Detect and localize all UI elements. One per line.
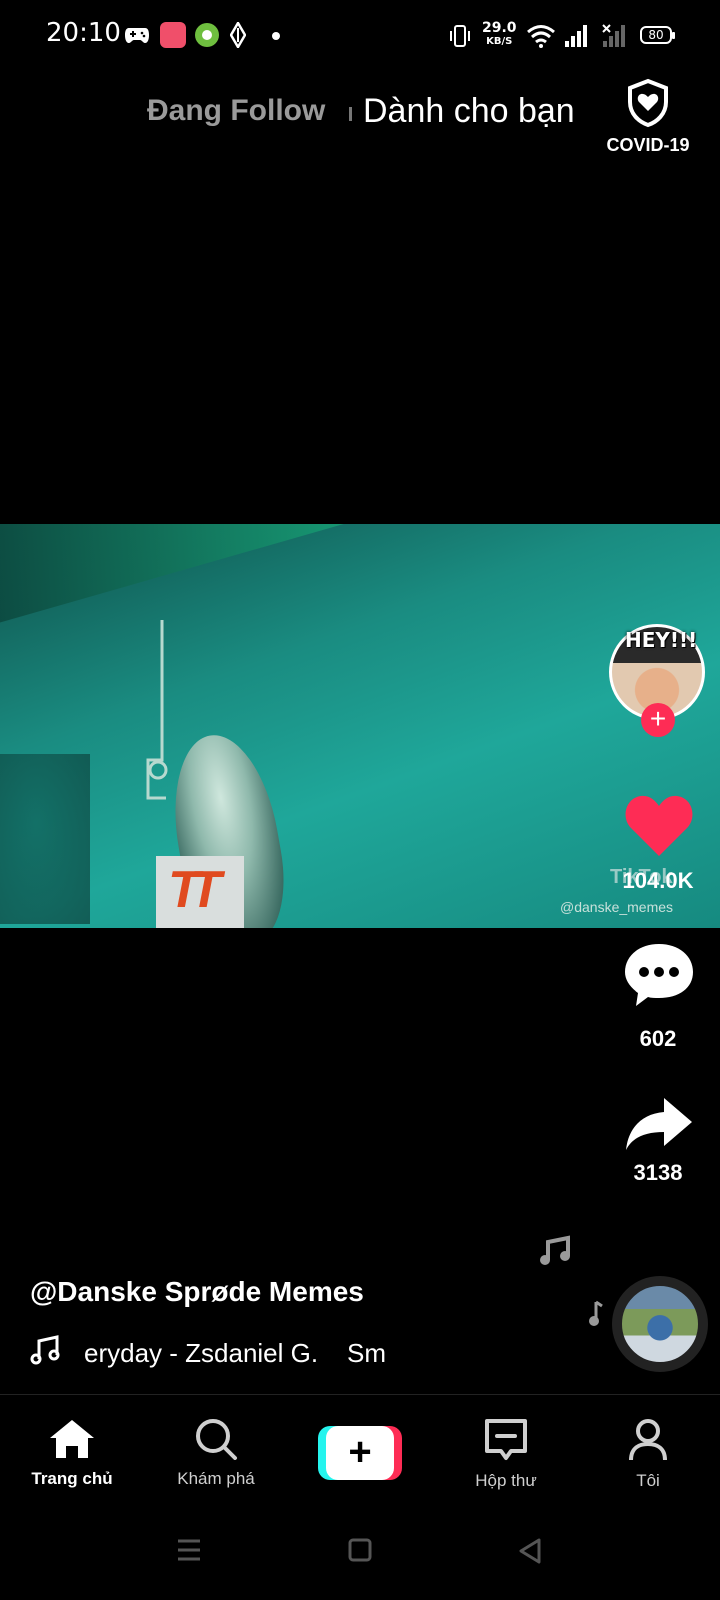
create-button[interactable]: + (318, 1426, 402, 1480)
app-red-icon (160, 22, 186, 48)
signal-no-sim-icon (602, 24, 625, 47)
signal-icon (565, 25, 587, 47)
tab-divider (349, 107, 352, 121)
nav-discover-label: Khám phá (177, 1469, 255, 1488)
status-bar: 20:10 29.0 KB/S 80 (0, 0, 720, 72)
follow-button[interactable]: + (641, 703, 675, 737)
covid-button[interactable]: COVID-19 (600, 78, 696, 156)
search-icon (196, 1419, 237, 1460)
wifi-icon (527, 25, 555, 48)
status-time: 20:10 (46, 18, 121, 48)
music-note-icon (30, 1335, 60, 1365)
vibrate-icon (450, 25, 470, 47)
profile-icon (629, 1419, 667, 1461)
like-heart-icon[interactable] (623, 792, 695, 858)
network-speed: 29.0 KB/S (482, 20, 517, 48)
nav-discover[interactable]: Khám phá (146, 1418, 286, 1489)
video-shadow (0, 754, 90, 924)
comment-icon[interactable] (622, 940, 696, 1010)
floating-note-small-icon (589, 1300, 603, 1326)
nav-profile[interactable]: Tôi (578, 1418, 718, 1491)
covid-label: COVID-19 (606, 135, 690, 155)
inbox-icon (485, 1419, 527, 1460)
tab-for-you[interactable]: Dành cho bạn (363, 92, 575, 131)
watermark-handle: @danske_memes (560, 899, 674, 915)
music-title[interactable]: eryday - Zsdaniel G. Sm (84, 1338, 386, 1369)
shield-heart-icon (628, 78, 668, 128)
avatar-caption: HEY!!! (625, 628, 698, 652)
video-hoop (146, 620, 168, 800)
diamond-icon (230, 22, 246, 48)
nav-home[interactable]: Trang chủ (2, 1418, 142, 1489)
home-icon (50, 1420, 94, 1458)
nav-inbox[interactable]: Hộp thư (436, 1418, 576, 1491)
like-count: 104.0K (622, 868, 694, 893)
menu-icon[interactable] (176, 1538, 202, 1562)
share-count: 3138 (633, 1160, 683, 1185)
network-speed-unit: KB/S (486, 36, 513, 47)
app-green-icon (195, 23, 219, 47)
video-author[interactable]: @Danske Sprøde Memes (30, 1276, 364, 1308)
home-square-icon[interactable] (348, 1538, 372, 1562)
share-icon[interactable] (624, 1094, 694, 1154)
nav-divider (0, 1394, 720, 1395)
video-glass-edge (0, 524, 720, 634)
network-speed-value: 29.0 (482, 20, 517, 36)
nav-inbox-label: Hộp thư (475, 1471, 537, 1490)
nav-home-label: Trang chủ (31, 1469, 113, 1488)
floating-note-icon (540, 1235, 570, 1265)
back-triangle-icon[interactable] (518, 1538, 542, 1564)
dot-icon (272, 32, 280, 40)
battery-icon: 80 (640, 26, 675, 44)
video-logo: TT (168, 861, 221, 919)
nav-profile-label: Tôi (636, 1471, 660, 1490)
comment-count: 602 (639, 1026, 677, 1051)
tab-following[interactable]: Đang Follow (147, 94, 325, 128)
gamepad-icon (125, 28, 149, 43)
music-disc[interactable] (612, 1276, 708, 1372)
plus-icon: + (326, 1426, 394, 1480)
